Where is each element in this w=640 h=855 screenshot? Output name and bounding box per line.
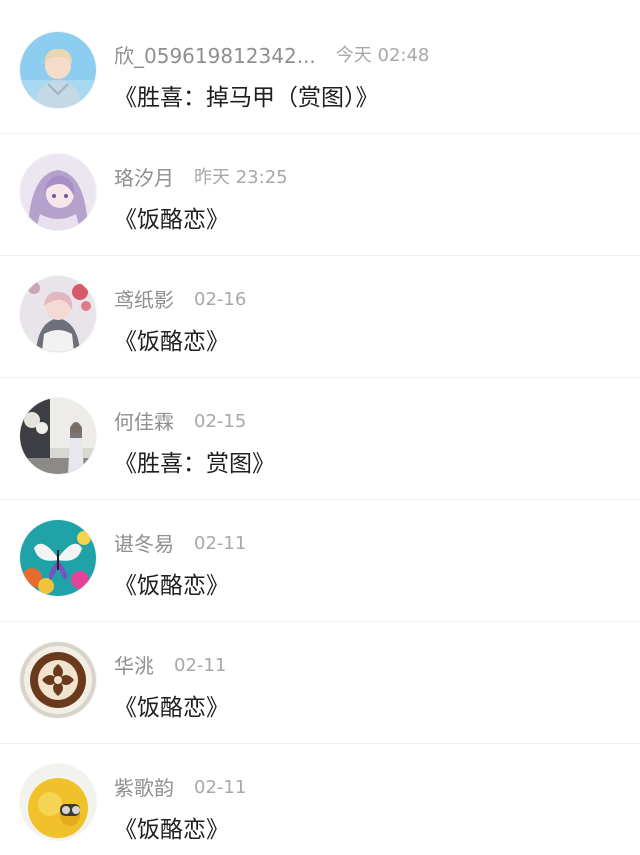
list-item[interactable]: 华洮 02-11 《饭酪恋》 [0,622,640,744]
message-text[interactable]: 《饭酪恋》 [114,692,620,724]
avatar[interactable] [20,642,96,718]
message-text[interactable]: 《饭酪恋》 [114,326,620,358]
list-item[interactable]: 何佳霖 02-15 《胜喜：赏图》 [0,378,640,500]
user-name[interactable]: 珞汐月 [114,164,174,192]
avatar[interactable] [20,32,96,108]
anime-girl-purple-avatar-icon [20,154,96,230]
timestamp: 02-11 [194,533,247,554]
user-name[interactable]: 华洮 [114,652,154,680]
timestamp: 昨天 23:25 [194,167,288,188]
message-text[interactable]: 《饭酪恋》 [114,570,620,602]
list-item[interactable]: 紫歌韵 02-11 《饭酪恋》 [0,744,640,855]
avatar[interactable] [20,154,96,230]
list-item[interactable]: 珞汐月 昨天 23:25 《饭酪恋》 [0,134,640,256]
timestamp: 02-15 [194,411,247,432]
avatar[interactable] [20,764,96,840]
butterfly-flowers-avatar-icon [20,520,96,596]
message-text[interactable]: 《胜喜：掉马甲（赏图）》 [114,82,620,114]
item-meta: 鸢纸影 02-16 [114,286,620,314]
list-item[interactable]: 欣_059619812342... 今天 02:48 《胜喜：掉马甲（赏图）》 [0,12,640,134]
user-name[interactable]: 何佳霖 [114,408,174,436]
user-name[interactable]: 欣_059619812342... [114,42,316,70]
timestamp: 02-16 [194,289,247,310]
coffee-latte-art-avatar-icon [20,642,96,718]
anime-boy-flowers-avatar-icon [20,276,96,352]
avatar[interactable] [20,276,96,352]
timestamp: 02-11 [194,777,247,798]
anime-boy-hoodie-avatar-icon [20,32,96,108]
user-name[interactable]: 紫歌韵 [114,774,174,802]
girl-photo-room-avatar-icon [20,398,96,474]
user-name[interactable]: 谌冬易 [114,530,174,558]
list-item[interactable]: 谌冬易 02-11 《饭酪恋》 [0,500,640,622]
yellow-chick-avatar-icon [20,764,96,840]
comment-list: 欣_059619812342... 今天 02:48 《胜喜：掉马甲（赏图）》 … [0,0,640,855]
avatar[interactable] [20,520,96,596]
timestamp: 02-11 [174,655,227,676]
item-meta: 何佳霖 02-15 [114,408,620,436]
item-meta: 谌冬易 02-11 [114,530,620,558]
item-meta: 欣_059619812342... 今天 02:48 [114,42,620,70]
user-name[interactable]: 鸢纸影 [114,286,174,314]
message-text[interactable]: 《饭酪恋》 [114,204,620,236]
message-text[interactable]: 《饭酪恋》 [114,814,620,846]
message-text[interactable]: 《胜喜：赏图》 [114,448,620,480]
item-meta: 紫歌韵 02-11 [114,774,620,802]
item-meta: 华洮 02-11 [114,652,620,680]
list-item[interactable]: 鸢纸影 02-16 《饭酪恋》 [0,256,640,378]
item-meta: 珞汐月 昨天 23:25 [114,164,620,192]
avatar[interactable] [20,398,96,474]
timestamp: 今天 02:48 [335,45,430,66]
